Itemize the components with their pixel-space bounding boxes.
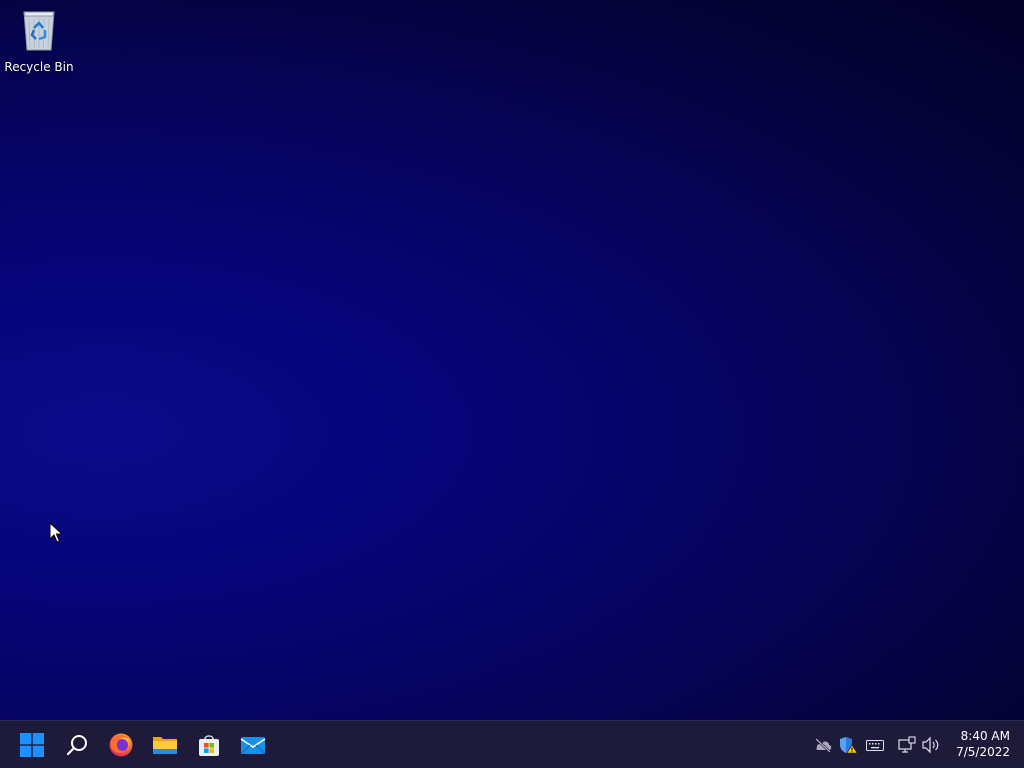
- taskbar: 8:40 AM 7/5/2022: [0, 720, 1024, 768]
- recycle-bin-icon: [23, 11, 55, 51]
- taskbar-file-explorer-button[interactable]: [149, 729, 181, 761]
- search-button[interactable]: [61, 729, 93, 761]
- search-icon: [66, 735, 87, 756]
- start-button[interactable]: [16, 729, 48, 761]
- windows-logo-icon: [20, 733, 44, 757]
- firefox-icon: [109, 733, 133, 757]
- tray-network[interactable]: [897, 735, 917, 755]
- taskbar-firefox-button[interactable]: [105, 729, 137, 761]
- desktop-icon-label: Recycle Bin: [4, 60, 74, 74]
- folder-icon: [153, 737, 177, 754]
- taskbar-store-button[interactable]: [193, 729, 225, 761]
- tray-onedrive[interactable]: [813, 735, 833, 755]
- desktop-icon-recycle-bin[interactable]: Recycle Bin: [4, 6, 74, 76]
- clock-time: 8:40 AM: [960, 729, 1010, 743]
- cloud-offline-icon: [815, 738, 832, 753]
- keyboard-icon: [866, 740, 884, 751]
- store-icon: [199, 735, 219, 756]
- taskbar-clock[interactable]: 8:40 AM 7/5/2022: [940, 728, 1010, 760]
- taskbar-mail-button[interactable]: [237, 729, 269, 761]
- security-warning-icon: [840, 737, 858, 754]
- mouse-cursor-icon: [49, 522, 63, 543]
- tray-touch-keyboard[interactable]: [865, 735, 885, 755]
- speaker-icon: [922, 736, 939, 754]
- network-icon: [898, 736, 916, 753]
- tray-windows-security[interactable]: [838, 735, 858, 755]
- desktop-background[interactable]: Recycle Bin: [0, 0, 1024, 720]
- mail-icon: [240, 737, 266, 755]
- clock-date: 7/5/2022: [956, 745, 1010, 759]
- tray-volume[interactable]: [921, 735, 941, 755]
